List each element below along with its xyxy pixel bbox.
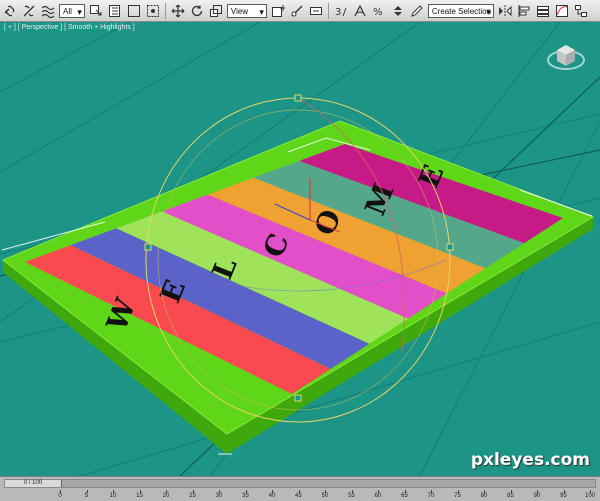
edit-named-sel-icon[interactable]: [409, 3, 425, 19]
time-slider[interactable]: 0 / 100: [4, 479, 596, 488]
keyboard-shortcut-icon[interactable]: [308, 3, 324, 19]
timeline-tick-label: 65: [401, 493, 408, 499]
manipulate-icon[interactable]: [289, 3, 305, 19]
select-object-icon[interactable]: [88, 3, 104, 19]
perspective-viewport[interactable]: WELCOME [+] [Perspective] [Smooth +…: [0, 22, 600, 476]
select-by-name-icon[interactable]: [107, 3, 123, 19]
timeline-tick-label: 60: [374, 493, 382, 499]
snap-3d-icon[interactable]: 3: [333, 3, 349, 19]
timeline-tick-label: 0: [58, 493, 62, 499]
timeline-bar: 0 / 100 0 5 10 15 20 25 30 35 40 45 50 55 60 65 70 75 80…: [0, 476, 600, 501]
timeline-tick-label: 25: [189, 493, 196, 499]
timeline-tick-label: 15: [136, 493, 143, 499]
toolbar-separator: [327, 2, 329, 19]
timeline-tick-label: 95: [560, 493, 567, 499]
move-icon[interactable]: [170, 3, 186, 19]
svg-text:%: %: [373, 7, 383, 18]
timeline-tick-label: 100: [584, 493, 596, 499]
time-slider-thumb[interactable]: 0 / 100: [5, 480, 62, 487]
scene-canvas: WELCOME: [0, 22, 600, 476]
bind-spacewarp-icon[interactable]: [40, 3, 56, 19]
timeline-tick-label: 85: [507, 493, 514, 499]
rect-region-icon[interactable]: [126, 3, 142, 19]
rotate-icon[interactable]: [189, 3, 205, 19]
timeline-tick-label: 50: [321, 493, 329, 499]
viewcube-icon: [547, 45, 585, 70]
timeline-tick-label: 10: [109, 493, 117, 499]
timeline-tick-label: 30: [215, 493, 223, 499]
main-toolbar: All View 3 % Create Selecti: [0, 0, 600, 22]
curve-editor-icon[interactable]: [554, 3, 570, 19]
mirror-icon[interactable]: [497, 3, 513, 19]
angle-snap-icon[interactable]: [352, 3, 368, 19]
timeline-tick-label: 55: [348, 493, 355, 499]
timeline-tick-label: 75: [454, 493, 461, 499]
timeline-tick-label: 80: [480, 493, 488, 499]
pivot-icon[interactable]: [270, 3, 286, 19]
timeline-tick-label: 5: [84, 493, 89, 499]
timeline-tick-label: 45: [295, 493, 302, 499]
selection-filter-dropdown[interactable]: All: [59, 3, 85, 19]
timeline-tick-label: 20: [162, 493, 170, 499]
named-selection-dropdown[interactable]: Create Selection Se: [427, 3, 494, 18]
schematic-icon[interactable]: [573, 3, 589, 19]
window-crossing-icon[interactable]: [145, 3, 161, 19]
unlink-icon[interactable]: [21, 3, 37, 19]
scale-icon[interactable]: [208, 3, 224, 19]
reference-coordinate-dropdown[interactable]: View: [226, 3, 267, 19]
svg-text:3: 3: [335, 7, 341, 18]
timeline-tick-label: 40: [268, 493, 276, 499]
percent-snap-icon[interactable]: %: [371, 3, 387, 19]
timeline-tick-label: 35: [242, 493, 249, 499]
link-icon[interactable]: [2, 3, 18, 19]
track-bar[interactable]: 0 5 10 15 20 25 30 35 40 45 50 55 60 65 70 75 80 85 90 95 10…: [4, 490, 596, 500]
align-icon[interactable]: [516, 3, 532, 19]
timeline-tick-label: 70: [427, 493, 435, 499]
spinner-snap-icon[interactable]: [390, 3, 406, 19]
timeline-tick-label: 90: [533, 493, 541, 499]
toolbar-separator: [164, 2, 166, 19]
layer-icon[interactable]: [535, 3, 551, 19]
watermark-text: pxleyes.com: [470, 450, 590, 470]
viewport-label[interactable]: [ + ] [ Perspective ] [ Smooth + Highlig…: [4, 24, 135, 31]
